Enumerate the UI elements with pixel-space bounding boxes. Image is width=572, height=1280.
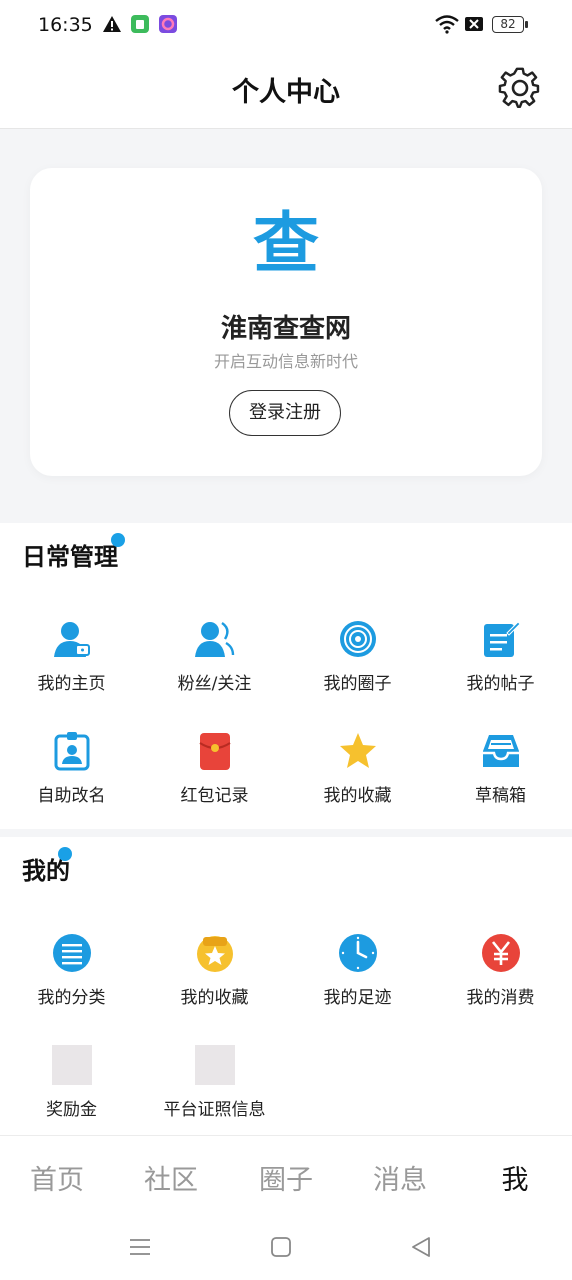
placeholder-image-icon — [52, 1045, 92, 1085]
title-bar: 个人中心 — [0, 52, 572, 129]
tab-home[interactable]: 首页 — [0, 1158, 114, 1197]
grid-item-my-circles[interactable]: 我的圈子 — [286, 619, 429, 709]
app-notification-icon — [131, 15, 149, 33]
star-icon — [340, 733, 376, 768]
grid-item-my-categories[interactable]: 我的分类 — [0, 933, 143, 1023]
notification-dot — [111, 533, 125, 547]
tab-me[interactable]: 我 — [458, 1158, 572, 1197]
grid-item-label: 我的圈子 — [323, 674, 392, 694]
grid-item-my-favorites[interactable]: 我的收藏 — [143, 933, 286, 1023]
site-name: 淮南查查网 — [220, 314, 351, 344]
grid-item-label: 我的分类 — [37, 988, 106, 1008]
gear-icon[interactable] — [498, 66, 542, 110]
post-edit-icon — [484, 621, 521, 657]
tab-community[interactable]: 社区 — [114, 1158, 228, 1197]
list-icon — [53, 934, 91, 972]
id-badge-icon — [54, 732, 90, 771]
home-square-icon[interactable] — [268, 1234, 294, 1260]
section-divider — [0, 829, 572, 837]
grid-item-label: 我的主页 — [37, 674, 106, 694]
grid-item-my-spending[interactable]: 我的消费 — [429, 933, 572, 1023]
tab-circles[interactable]: 圈子 — [229, 1158, 343, 1197]
grid-item-red-envelope[interactable]: 红包记录 — [143, 731, 286, 821]
grid-item-platform-license[interactable]: 平台证照信息 — [143, 1045, 286, 1135]
notification-dot — [58, 847, 72, 861]
page-title: 个人中心 — [232, 77, 340, 108]
status-time: 16:35 — [38, 14, 93, 36]
back-triangle-icon[interactable] — [408, 1234, 434, 1260]
tab-messages[interactable]: 消息 — [343, 1158, 457, 1197]
grid-item-my-posts[interactable]: 我的帖子 — [429, 619, 572, 709]
grid-item-label: 平台证照信息 — [163, 1100, 266, 1120]
wifi-icon — [435, 15, 459, 34]
battery-indicator: 82 — [492, 16, 524, 33]
followers-icon — [195, 622, 235, 657]
app-camera-icon — [159, 15, 177, 33]
grid-item-label: 粉丝/关注 — [177, 674, 252, 694]
grid-item-label: 奖励金 — [46, 1100, 97, 1120]
grid-item-label: 我的帖子 — [466, 674, 535, 694]
daily-management-section: 日常管理 我的主页 粉丝/关注 我的圈子 我的帖子 自助改名 红包记录 我的收藏… — [0, 523, 572, 829]
red-envelope-icon — [199, 733, 231, 770]
menu-icon[interactable] — [127, 1234, 153, 1260]
grid-item-label: 草稿箱 — [475, 786, 526, 806]
favorite-badge-icon — [197, 936, 233, 972]
battery-tip — [525, 21, 528, 28]
site-logo: 查 — [253, 205, 319, 282]
warning-icon — [103, 16, 121, 32]
grid-item-my-footprints[interactable]: 我的足迹 — [286, 933, 429, 1023]
yen-icon — [482, 934, 520, 972]
grid-item-label: 我的收藏 — [180, 988, 249, 1008]
status-bar: 16:35 82 — [0, 0, 572, 52]
grid-item-label: 我的足迹 — [323, 988, 392, 1008]
placeholder-image-icon — [195, 1045, 235, 1085]
profile-card: 查 淮南查查网 开启互动信息新时代 登录注册 — [30, 168, 542, 476]
grid-item-label: 我的收藏 — [323, 786, 392, 806]
grid-item-my-homepage[interactable]: 我的主页 — [0, 619, 143, 709]
grid-item-followers[interactable]: 粉丝/关注 — [143, 619, 286, 709]
login-register-button[interactable]: 登录注册 — [229, 390, 341, 436]
grid-item-label: 我的消费 — [466, 988, 535, 1008]
grid-item-rename[interactable]: 自助改名 — [0, 731, 143, 821]
sim-off-icon — [465, 17, 483, 31]
user-icon — [54, 622, 90, 657]
circle-target-icon — [340, 621, 376, 657]
grid-item-drafts[interactable]: 草稿箱 — [429, 731, 572, 821]
clock-icon — [339, 934, 377, 972]
grid-item-rewards[interactable]: 奖励金 — [0, 1045, 143, 1135]
grid-item-favorites[interactable]: 我的收藏 — [286, 731, 429, 821]
grid-item-label: 自助改名 — [37, 786, 106, 806]
mine-section: 我的 我的分类 我的收藏 我的足迹 我的消费 奖励金 平台证照信息 — [0, 837, 572, 1135]
system-nav-bar — [0, 1216, 572, 1280]
bottom-tab-bar: 首页 社区 圈子 消息 我 — [0, 1135, 572, 1216]
site-slogan: 开启互动信息新时代 — [213, 352, 358, 371]
grid-item-label: 红包记录 — [180, 786, 249, 806]
section-title: 日常管理 — [22, 543, 118, 571]
inbox-tray-icon — [483, 735, 519, 767]
